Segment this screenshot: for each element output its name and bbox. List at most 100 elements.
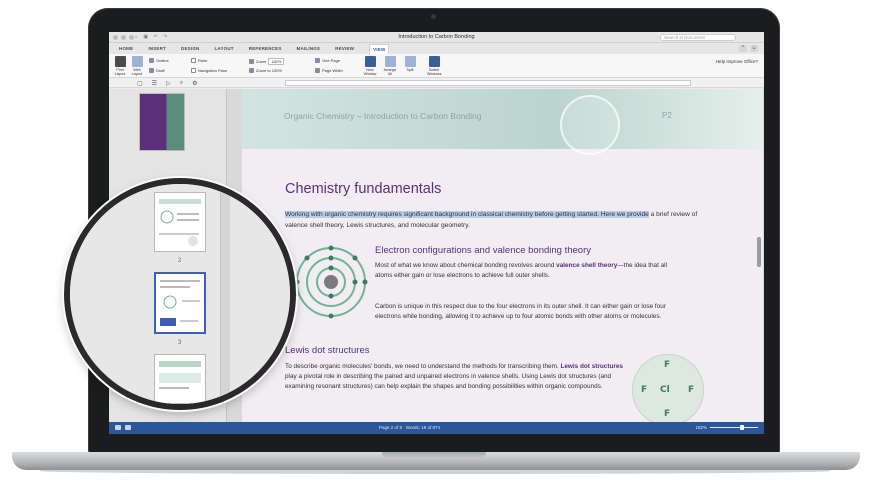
magnified-thumbnail-pane: 2 3 [70, 184, 290, 404]
tab-review[interactable]: REVIEW [335, 46, 354, 51]
proofing-icon[interactable] [125, 425, 131, 430]
print-layout-label: Print Layout [114, 68, 126, 76]
bookmark-icon[interactable]: ▷ [166, 80, 171, 87]
text-run: To describe organic molecules' bonds, we… [285, 363, 561, 370]
thumbnail-preview-icon [160, 280, 200, 326]
outline-icon [149, 58, 154, 63]
zoom-100-button[interactable]: Zoom to 100% [249, 68, 282, 73]
print-layout-button[interactable]: Print Layout [113, 56, 127, 76]
arrange-all-label: Arrange All [383, 68, 397, 76]
tab-view[interactable]: VIEW [369, 43, 390, 54]
one-page-label: One Page [322, 58, 341, 63]
search-icon[interactable]: ⌕ [180, 80, 183, 87]
thumbnail-scrollbar[interactable] [220, 184, 230, 404]
help-improve-link[interactable]: Help Improve Office? [716, 59, 758, 64]
new-window-button[interactable]: New Window [363, 56, 377, 76]
zoom-control[interactable]: Zoom 182% [249, 58, 285, 65]
page-thumbnail-cover[interactable] [139, 93, 185, 151]
draft-label: Draft [156, 68, 165, 73]
atom-diagram [294, 245, 368, 319]
thumbnail-page-number: 3 [178, 340, 182, 346]
title-bar: ⌂ ▣ ↶ ↷ Introduction to Carbon Bonding S… [109, 32, 764, 43]
keyword-lewis-dot: Lewis dot structures [560, 363, 623, 370]
laptop-scene: ⌂ ▣ ↶ ↷ Introduction to Carbon Bonding S… [0, 0, 869, 482]
search-input[interactable]: Search in Document [660, 34, 736, 41]
status-zoom-value: 182% [695, 425, 707, 430]
lewis-structure-diagram: F F Cl F F [632, 354, 704, 426]
magnifier-callout: 2 3 [64, 178, 296, 410]
tab-home[interactable]: HOME [119, 46, 133, 51]
gear-icon[interactable]: ⚙ [192, 80, 197, 87]
text-run: Most of what we know about chemical bond… [375, 262, 557, 269]
page-count[interactable]: Page 2 of 8 [379, 425, 402, 430]
settings-icon[interactable]: ☺ [750, 45, 758, 52]
layout-icon[interactable] [115, 425, 121, 430]
tab-design[interactable]: DESIGN [181, 46, 199, 51]
page-thumbnail-selected[interactable] [154, 272, 206, 334]
collapse-ribbon-icon[interactable]: ^ [739, 45, 747, 52]
zoom-100-label: Zoom to 100% [256, 68, 283, 73]
print-layout-icon [114, 56, 126, 67]
zoom-value[interactable]: 182% [268, 58, 285, 65]
split-button[interactable]: Split [403, 56, 417, 72]
intro-paragraph[interactable]: Working with organic chemistry requires … [285, 209, 700, 231]
tab-references[interactable]: REFERENCES [249, 46, 282, 51]
status-icons [115, 425, 131, 430]
navigation-pane-checkbox[interactable]: Navigation Pane [191, 68, 227, 73]
banner-decoration [560, 95, 620, 155]
selected-text[interactable]: Working with organic chemistry requires … [285, 211, 649, 218]
pane-icons: ▢ ☰ ▷ ⌕ ⚙ [137, 80, 197, 87]
document-heading: Chemistry fundamentals [285, 181, 442, 197]
thumbnail-page-number: 2 [178, 258, 182, 264]
switch-windows-icon [428, 56, 440, 67]
lewis-atom-right: F [688, 385, 695, 395]
outline-view-icon[interactable]: ☰ [152, 80, 157, 87]
document-page[interactable]: Organic Chemistry – Introduction to Carb… [242, 89, 763, 426]
web-layout-icon [131, 56, 143, 67]
new-window-icon [364, 56, 376, 67]
ruler-label: Ruler [198, 58, 208, 63]
zoom-icon [249, 59, 254, 64]
vertical-scrollbar[interactable] [757, 237, 761, 267]
keyword-valence-shell: valence shell theory [556, 262, 618, 269]
pane-toolbar: ▢ ☰ ▷ ⌕ ⚙ [109, 78, 764, 88]
new-window-label: New Window [363, 68, 377, 76]
split-label: Split [406, 68, 414, 72]
outline-label: Outline [156, 58, 169, 63]
page-width-icon [315, 68, 320, 73]
lewis-atom-bottom: F [664, 409, 671, 419]
web-layout-button[interactable]: Web Layout [130, 56, 144, 76]
laptop-notch [382, 452, 486, 459]
checkbox-icon [191, 58, 196, 63]
tab-mailings[interactable]: MAILINGS [297, 46, 321, 51]
page-thumbnail[interactable] [154, 354, 206, 404]
tab-insert[interactable]: INSERT [148, 46, 166, 51]
thumbnail-preview-icon [159, 361, 201, 389]
header-page-number: P2 [662, 111, 672, 120]
header-text: Organic Chemistry – Introduction to Carb… [284, 111, 482, 121]
ribbon-controls: ^ ☺ [739, 45, 758, 52]
section-heading-lewis: Lewis dot structures [285, 345, 370, 356]
camera-dot [431, 14, 436, 19]
split-icon [404, 56, 416, 67]
ruler-checkbox[interactable]: Ruler [191, 58, 208, 63]
page-thumbnail[interactable] [154, 192, 206, 252]
arrange-all-button[interactable]: Arrange All [383, 56, 397, 76]
page-width-button[interactable]: Page Width [315, 68, 343, 73]
checkbox-icon [191, 68, 196, 73]
switch-windows-button[interactable]: Switch Windows [427, 56, 442, 76]
magnifier-icon [249, 68, 254, 73]
arrange-all-icon [384, 56, 396, 67]
one-page-button[interactable]: One Page [315, 58, 340, 63]
word-count[interactable]: Words: 18 of 874 [406, 425, 440, 430]
draft-button[interactable]: Draft [149, 68, 165, 73]
tab-layout[interactable]: LAYOUT [214, 46, 233, 51]
thumbnails-icon[interactable]: ▢ [137, 80, 143, 87]
zoom-slider-thumb[interactable] [740, 425, 744, 430]
zoom-label: Zoom [256, 59, 267, 64]
navigation-pane-label: Navigation Pane [198, 68, 228, 73]
horizontal-ruler[interactable] [285, 80, 691, 86]
zoom-slider[interactable] [710, 425, 758, 430]
outline-button[interactable]: Outline [149, 58, 169, 63]
paragraph-lewis: To describe organic molecules' bonds, we… [285, 362, 625, 392]
